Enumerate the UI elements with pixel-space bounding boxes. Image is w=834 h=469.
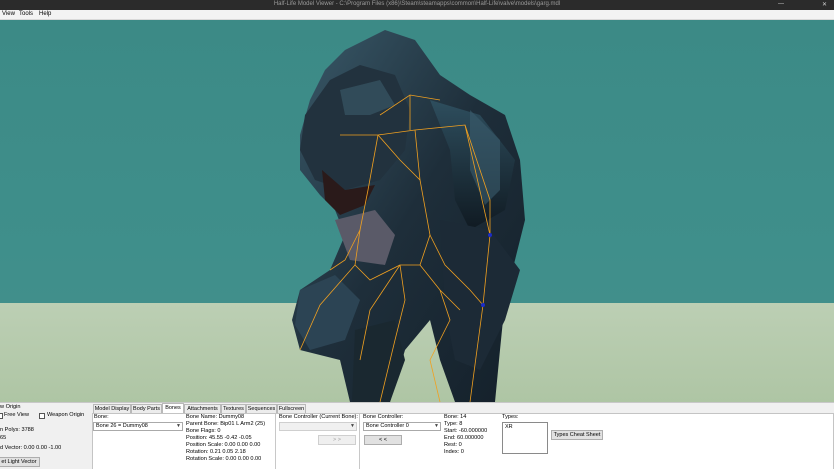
bone-controller-current-label: Bone Controller (Current Bone): [279,414,358,420]
bone-select[interactable]: Bone 26 = Dummy08 ▼ [93,422,183,431]
forward-button[interactable]: > > [318,435,356,445]
menu-help[interactable]: Help [39,11,51,17]
title-bar: Half-Life Model Viewer - C:\Program File… [0,0,834,10]
minimize-icon[interactable]: — [778,1,784,7]
bone-flags: Bone Flags: 0 [186,428,221,434]
tab-model-display[interactable]: Model Display [93,404,131,413]
tab-body-parts[interactable]: Body Parts [131,404,162,413]
list-item[interactable]: XR [505,424,545,431]
types-list[interactable]: XR [502,422,548,454]
bone-label: Bone: [94,414,109,420]
tab-fullscreen[interactable]: Fullscreen [277,404,306,413]
bone-name: Bone Name: Dummy08 [186,414,245,420]
parent-bone: Parent Bone: Bip01 L Arm2 (25) [186,421,266,427]
bone-controller-value: Bone Controller 0 [366,423,409,429]
show-origin-label: w Origin [0,404,21,410]
types-label: Types: [502,414,519,420]
controller-bone: Bone: 14 [444,414,467,420]
chevron-down-icon: ▼ [350,423,355,429]
tab-sequences[interactable]: Sequences [246,404,277,413]
bone-controller-label: Bone Controller: [363,414,404,420]
menu-bar: View Tools Help [0,10,834,20]
bone-position: Position: 45.55 -0.42 -0.05 [186,435,252,441]
control-panel: w Origin Free View Weapon Origin n Polys… [0,402,834,469]
window-title: Half-Life Model Viewer - C:\Program File… [273,1,561,7]
model-render [292,30,525,402]
close-icon[interactable]: ✕ [822,1,827,8]
tab-textures[interactable]: Textures [221,404,246,413]
free-view-checkbox[interactable] [0,413,3,419]
controller-start: Start: -60.000000 [444,428,488,434]
bone-rotation-scale: Rotation Scale: 0.00 0.00 0.00 [186,456,262,462]
reset-light-vector-button[interactable]: et Light Vector [0,457,40,467]
menu-view[interactable]: View [2,11,15,17]
types-cheat-sheet-button[interactable]: Types Cheat Sheet [551,430,603,440]
divider [359,414,360,469]
chevron-down-icon: ▼ [434,423,439,429]
free-view-label: Free View [4,412,30,418]
weapon-origin-label: Weapon Origin [47,412,85,418]
controller-type: Type: 8 [444,421,463,427]
light-vector-text: d Vector: 0.00 0.00 -1.00 [0,445,62,451]
bone-rotation: Rotation: 0.21 0.05 2.18 [186,449,246,455]
controller-index: Index: 0 [444,449,464,455]
menu-tools[interactable]: Tools [19,11,33,17]
chevron-down-icon: ▼ [176,423,181,429]
tab-bones[interactable]: Bones [162,403,184,413]
bone-select-value: Bone 26 = Dummy08 [96,423,148,429]
bone-controller-select[interactable]: Bone Controller 0 ▼ [363,422,441,431]
extra-value: 65 [0,435,7,441]
bone-controller-current-select[interactable]: ▼ [279,422,357,431]
controller-rest: Rest: 0 [444,442,462,448]
controller-end: End: 60.000000 [444,435,484,441]
back-button[interactable]: < < [364,435,402,445]
divider [275,414,276,469]
polys-count: n Polys: 3788 [0,427,34,433]
model-viewport[interactable] [0,20,834,402]
bone-position-scale: Position Scale: 0.00 0.00 0.00 [186,442,261,448]
tab-attachments[interactable]: Attachments [184,404,221,413]
weapon-origin-checkbox[interactable] [39,413,45,419]
